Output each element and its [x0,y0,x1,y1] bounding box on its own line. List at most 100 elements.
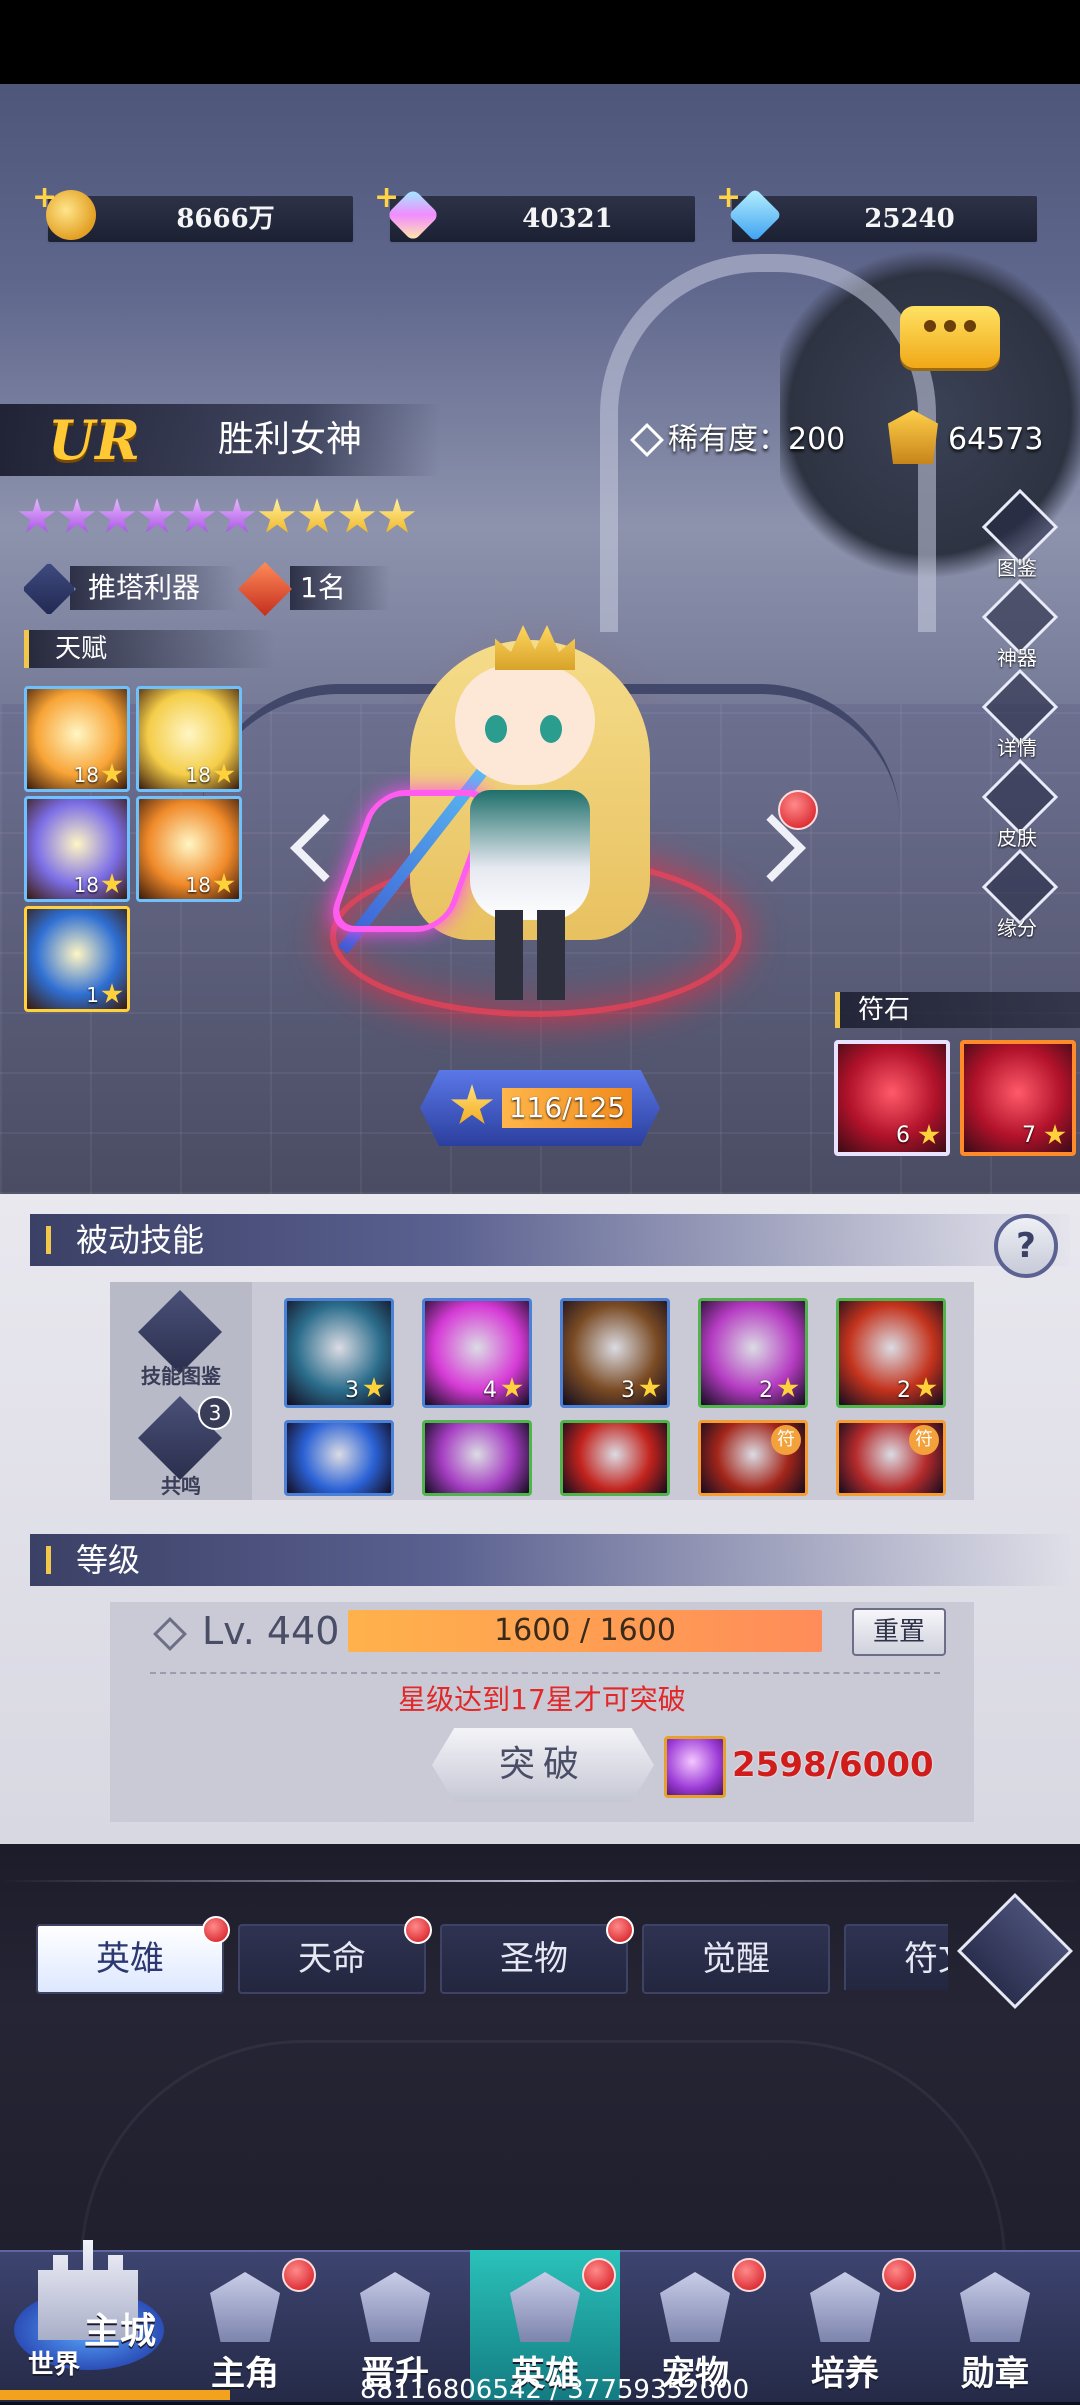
nav-protagonist[interactable]: 主角 [170,2250,320,2400]
skill-star-icon [915,1377,937,1398]
skill-slot[interactable]: 3 [560,1298,670,1408]
pet-icon [660,2272,730,2342]
notification-dot [732,2258,766,2292]
skill-slot[interactable] [284,1420,394,1496]
currency-gold[interactable]: + 8666万 [32,180,355,244]
reset-button[interactable]: 重置 [852,1608,946,1656]
rune-level: 7 [1022,1123,1036,1148]
star-purple-icon [98,498,136,533]
talent-level: 18 [185,873,211,897]
add-gem-icon[interactable]: + [374,180,399,215]
tab-label: 天命 [298,1939,366,1979]
footer-id: 88116806542 / 37759352000 [360,2375,750,2405]
xp-bar: 1600 / 1600 [348,1610,822,1652]
skill-codex-label[interactable]: 技能图鉴 [110,1360,252,1389]
notification-dot [582,2258,616,2292]
side-btn-details[interactable]: 详情 [981,668,1059,760]
rune-slot[interactable]: 7 [960,1040,1076,1156]
level-section-title: 等级 [76,1541,141,1579]
nav-medal[interactable]: 勋章 [920,2250,1070,2400]
star-gold-icon [258,498,296,533]
talent-slot[interactable]: 18 [24,686,130,792]
passive-skills-title: 被动技能 [76,1221,205,1259]
gold-amount: 8666万 [176,204,275,234]
hero-face[interactable] [455,665,595,785]
hero-eye [540,715,562,743]
tab-destiny[interactable]: 天命 [238,1916,432,1994]
star-purple-icon [58,498,96,533]
main-city-label: 主城 [84,2310,157,2352]
hero-body[interactable] [470,790,590,920]
skill-slot[interactable]: 2 [836,1298,946,1408]
notification-dot [778,790,818,830]
side-btn-label: 缘分 [997,916,1037,940]
rune-badge: 符 [771,1425,801,1455]
talent-header: 天赋 [24,630,275,668]
hero-rank-tag[interactable]: 1名 [290,566,390,610]
resonance-badge: 3 [198,1396,232,1430]
skill-slot[interactable] [422,1420,532,1496]
rune-slot[interactable]: 6 [834,1040,950,1156]
chat-bubble-icon[interactable] [900,306,1000,368]
add-gold-icon[interactable]: + [32,180,57,215]
rune-badge: 符 [909,1425,939,1455]
tab-relic[interactable]: 圣物 [440,1916,634,1994]
tab-hero[interactable]: 英雄 [36,1916,230,1994]
side-btn-label: 皮肤 [997,826,1037,850]
diamond-amount: 25240 [864,204,955,234]
material-count: 2598/6000 [732,1745,934,1785]
ornament-divider [0,1880,1080,1882]
side-btn-codex[interactable]: 图鉴 [981,488,1059,580]
purple-orb-icon[interactable] [664,1736,726,1798]
breakthrough-button[interactable]: 突破 [432,1728,654,1802]
talent-slot[interactable]: 18 [24,796,130,902]
skill-slot[interactable]: 符 [836,1420,946,1496]
skill-level: 2 [897,1378,911,1403]
side-btn-skin[interactable]: 皮肤 [981,758,1059,850]
nav-main-city[interactable]: 主城 世界 [8,2210,168,2380]
tab-rune[interactable]: 符文 [844,1924,948,1990]
resonance-label[interactable]: 共鸣 [110,1470,252,1499]
skill-slot[interactable]: 4 [422,1298,532,1408]
loading-bar [0,2390,230,2400]
side-btn-artifact[interactable]: 神器 [981,578,1059,670]
skill-level: 4 [483,1378,497,1403]
skill-slot[interactable] [560,1420,670,1496]
side-btn-bond[interactable]: 缘分 [981,848,1059,940]
tab-label: 圣物 [500,1939,568,1979]
skill-star-icon [639,1377,661,1398]
star-purple-icon [218,498,256,533]
side-btn-label: 图鉴 [997,556,1037,580]
hero-level-progress[interactable]: 116/125 [420,1070,660,1146]
hero-role-tag: 推塔利器 [70,566,238,610]
nav-label: 主角 [211,2354,279,2394]
help-button[interactable]: ? [994,1214,1058,1278]
header-accent [46,1546,51,1574]
add-diamond-icon[interactable]: + [716,180,741,215]
skill-slot[interactable]: 2 [698,1298,808,1408]
skill-star-icon [777,1377,799,1398]
talent-slot[interactable]: 1 [24,906,130,1012]
tab-label: 英雄 [96,1939,164,1979]
skill-slot[interactable]: 符 [698,1420,808,1496]
breakthrough-warning: 星级达到17星才可突破 [398,1683,686,1716]
rune-star-icon [918,1124,940,1145]
chat-dot [924,320,936,332]
passive-skills-header: 被动技能 [30,1214,1070,1266]
currency-diamond[interactable]: + 25240 [716,180,1039,244]
skill-slot[interactable]: 3 [284,1298,394,1408]
hero-legs [495,910,565,1000]
star-purple-icon [178,498,216,533]
notification-dot [404,1916,432,1944]
cultivate-icon [810,2272,880,2342]
hero-level: Lv. 440 [202,1609,340,1653]
notification-dot [882,2258,916,2292]
hero-name: 胜利女神 [218,419,363,460]
tab-awaken[interactable]: 觉醒 [642,1924,830,1994]
talent-slot[interactable]: 18 [136,686,242,792]
notification-dot [202,1916,230,1944]
nav-cultivate[interactable]: 培养 [770,2250,920,2400]
talent-slot[interactable]: 18 [136,796,242,902]
currency-gem[interactable]: + 40321 [374,180,697,244]
protagonist-icon [210,2272,280,2342]
